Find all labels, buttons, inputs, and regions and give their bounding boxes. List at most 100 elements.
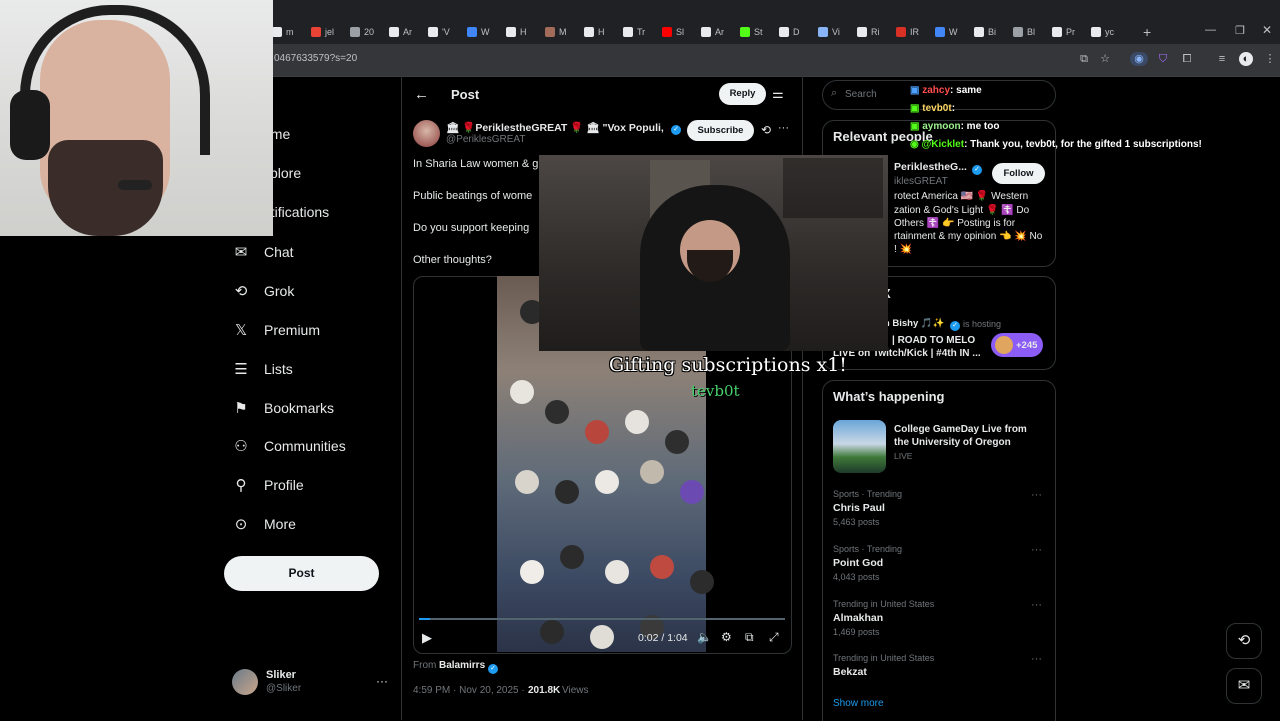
browser-tab[interactable]: 20 <box>350 24 386 40</box>
author-name[interactable]: 🏛 🌹PeriklestheGREAT 🌹 🏛 "Vox Populi, ... <box>446 121 666 134</box>
new-tab-button[interactable]: + <box>1143 24 1151 40</box>
browser-tab[interactable]: Vi <box>818 24 854 40</box>
browser-tab[interactable]: yc <box>1091 24 1127 40</box>
browser-tab[interactable]: St <box>740 24 776 40</box>
chat-username: @Kicklet <box>921 139 965 150</box>
chat-text: : <box>951 103 956 114</box>
show-more-link[interactable]: Show more <box>833 698 884 709</box>
trend-more-icon[interactable]: ··· <box>1031 653 1042 665</box>
video-time: 0:02 / 1:04 <box>638 632 688 644</box>
tab-favicon-icon <box>1052 27 1062 37</box>
spaces-title-line: | ROAD TO MELO <box>892 335 976 346</box>
puzzle-icon[interactable]: ⧠ <box>1180 52 1194 66</box>
messages-floating-button[interactable]: ✉ <box>1226 668 1262 704</box>
browser-tab[interactable]: W <box>935 24 971 40</box>
browser-tab[interactable]: Ar <box>389 24 425 40</box>
whats-happening-title: What’s happening <box>833 389 945 404</box>
author-avatar[interactable] <box>413 120 440 147</box>
live-event-thumbnail[interactable] <box>833 420 886 473</box>
trend-more-icon[interactable]: ··· <box>1031 489 1042 501</box>
fullscreen-icon[interactable]: ⤢ <box>769 630 779 645</box>
browser-tab[interactable]: jel <box>311 24 347 40</box>
chat-message: ▣ tevb0t: <box>910 103 955 114</box>
author-handle[interactable]: @PeriklesGREAT <box>446 134 525 145</box>
star-icon[interactable]: ☆ <box>1098 52 1112 66</box>
browser-tab[interactable]: Pr <box>1052 24 1088 40</box>
browser-tab[interactable]: Bi <box>974 24 1010 40</box>
subscribe-button[interactable]: Subscribe <box>687 120 754 141</box>
crowd-person <box>625 410 649 434</box>
tab-title: St <box>754 27 763 37</box>
post-text-line: Public beatings of wome <box>413 190 533 202</box>
chat-username: aymoon <box>922 121 961 132</box>
grok-icon[interactable]: ⟲ <box>761 123 771 137</box>
relevant-name[interactable]: PeriklestheG... <box>894 161 967 173</box>
browser-tab[interactable]: Ri <box>857 24 893 40</box>
pip-icon[interactable]: ⧉ <box>745 630 754 645</box>
post-text-line: In Sharia Law women & g <box>413 158 539 170</box>
nav-item[interactable]: ⟲ Grok <box>232 282 295 300</box>
tab-title: H <box>598 27 605 37</box>
nav-item[interactable]: ⚇ Communities <box>232 437 345 455</box>
page-title: Post <box>451 87 480 102</box>
play-icon[interactable]: ▶ <box>422 630 432 646</box>
nav-item[interactable]: ✉ Chat <box>232 243 294 261</box>
account-more-icon[interactable]: ··· <box>376 674 388 688</box>
crowd-person <box>545 400 569 424</box>
browser-tab[interactable]: Tr <box>623 24 659 40</box>
live-event-title[interactable]: College GameDay Live from the University… <box>894 423 1044 449</box>
account-avatar[interactable] <box>232 669 258 695</box>
nav-item[interactable]: 𝕏 Premium <box>232 321 320 339</box>
profile-avatar-icon[interactable]: ◐ <box>1239 52 1253 66</box>
settings-sliders-icon[interactable]: ⚌ <box>772 86 784 102</box>
browser-tab[interactable]: IR <box>896 24 932 40</box>
trend-name[interactable]: Bekzat <box>833 666 867 678</box>
tab-favicon-icon <box>1013 27 1023 37</box>
install-icon[interactable]: ⧉ <box>1077 52 1091 66</box>
grok-floating-button[interactable]: ⟲ <box>1226 623 1262 659</box>
browser-tab[interactable]: H <box>506 24 542 40</box>
follow-button[interactable]: Follow <box>992 163 1045 184</box>
restore-icon[interactable]: ❐ <box>1235 24 1245 37</box>
video-settings-icon[interactable]: ⚙ <box>721 630 732 644</box>
nav-item[interactable]: ☰ Lists <box>232 360 293 378</box>
back-arrow-icon[interactable]: ← <box>414 86 429 103</box>
nav-item[interactable]: ⊙ More <box>232 515 296 533</box>
minimize-icon[interactable]: — <box>1205 24 1216 36</box>
trend-more-icon[interactable]: ··· <box>1031 544 1042 556</box>
trend-name[interactable]: Point God <box>833 557 883 569</box>
chat-icon: ✉ <box>234 244 248 261</box>
browser-tab[interactable]: Sl <box>662 24 698 40</box>
reply-button[interactable]: Reply <box>719 83 766 105</box>
browser-tab[interactable]: Bl <box>1013 24 1049 40</box>
tab-title: H <box>520 27 527 37</box>
relevant-handle[interactable]: iklesGREAT <box>894 176 948 187</box>
extension-icon[interactable]: ◉ <box>1130 52 1148 66</box>
search-placeholder[interactable]: Search <box>845 89 877 100</box>
browser-tab[interactable]: W <box>467 24 503 40</box>
browser-tab[interactable]: 'V <box>428 24 464 40</box>
menu-dots-icon[interactable]: ⋮ <box>1263 52 1277 66</box>
trend-more-icon[interactable]: ··· <box>1031 599 1042 611</box>
nav-item[interactable]: ⚑ Bookmarks <box>232 399 334 417</box>
post-more-icon[interactable]: ··· <box>778 122 789 134</box>
video-progress-track[interactable] <box>419 618 785 620</box>
browser-tab[interactable]: Ar <box>701 24 737 40</box>
post-timestamp[interactable]: 4:59 PM · Nov 20, 2025 · <box>413 685 525 696</box>
from-account[interactable]: Balamirrs <box>439 660 485 671</box>
browser-tab[interactable]: H <box>584 24 620 40</box>
nav-item[interactable]: ⚲ Profile <box>232 476 304 494</box>
close-window-icon[interactable]: ✕ <box>1262 23 1272 37</box>
browser-tab[interactable]: M <box>545 24 581 40</box>
browser-tab[interactable]: m <box>272 24 308 40</box>
media-icon[interactable]: ≡ <box>1215 52 1229 66</box>
browser-tab[interactable]: D <box>779 24 815 40</box>
tab-title: M <box>559 27 567 37</box>
trend-name[interactable]: Almakhan <box>833 612 883 624</box>
volume-icon[interactable]: 🔈 <box>697 630 712 644</box>
shield-icon[interactable]: ⛉ <box>1156 52 1170 66</box>
nav-item-label: More <box>264 516 296 532</box>
post-button[interactable]: Post <box>224 556 379 591</box>
url-text[interactable]: 0467633579?s=20 <box>274 53 357 64</box>
trend-name[interactable]: Chris Paul <box>833 502 885 514</box>
